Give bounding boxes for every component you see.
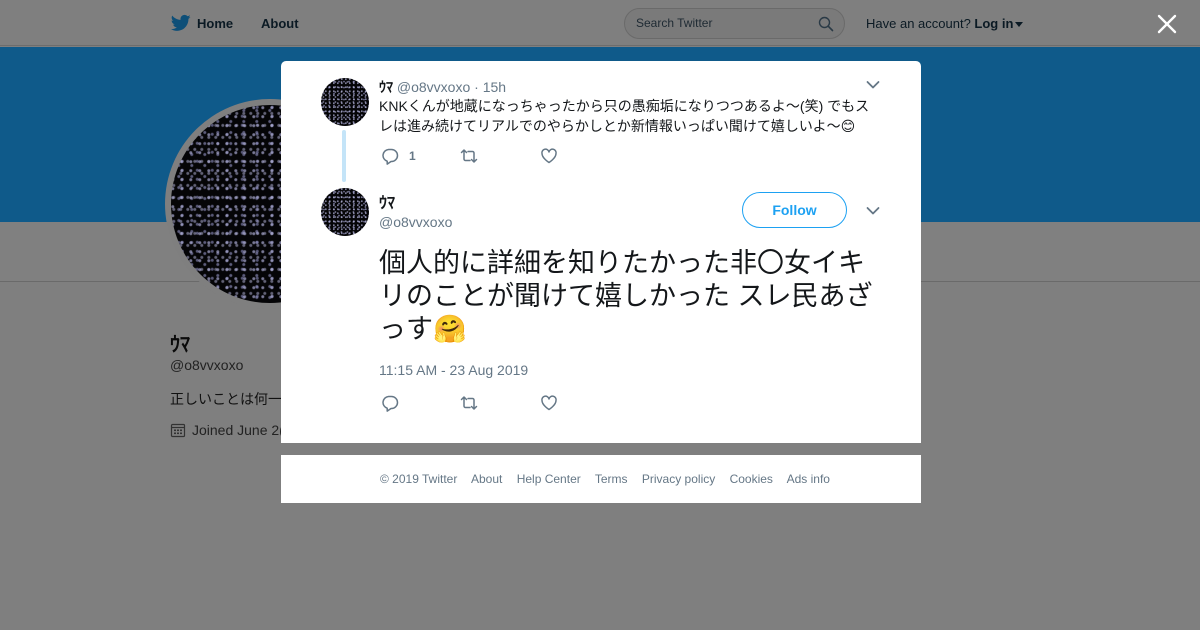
- profile-joined: Joined June 2(: [170, 422, 281, 438]
- retweet-icon[interactable]: [460, 394, 478, 412]
- footer-about-link[interactable]: About: [471, 472, 502, 486]
- twitter-bird-icon[interactable]: [170, 13, 192, 33]
- tweet-modal: ｳﾏ @o8vvxoxo · 15h KNKくんが地蔵になっちゃったから只の愚痴…: [281, 61, 921, 443]
- chevron-down-icon[interactable]: [866, 206, 880, 216]
- profile-handle: @o8vvxoxo: [170, 357, 244, 373]
- profile-joined-text: Joined June 2(: [192, 422, 281, 438]
- follow-button[interactable]: Follow: [742, 192, 847, 228]
- main-tweet-text: 個人的に詳細を知りたかった非〇女イキリのことが聞けて嬉しかった スレ民あざっす🤗: [379, 248, 873, 344]
- separator-dot: ·: [474, 79, 479, 95]
- parent-author-handle[interactable]: @o8vvxoxo: [397, 79, 470, 95]
- like-icon[interactable]: [540, 394, 558, 412]
- account-menu[interactable]: Have an account? Log in: [866, 16, 1024, 31]
- chevron-down-icon[interactable]: [866, 80, 880, 90]
- thread-connector: [342, 130, 346, 182]
- footer-privacy-link[interactable]: Privacy policy: [642, 472, 715, 486]
- profile-bio: 正しいことは何一: [170, 391, 281, 407]
- search-box: [624, 8, 845, 39]
- login-link[interactable]: Log in: [974, 16, 1013, 31]
- footer-ads-link[interactable]: Ads info: [787, 472, 830, 486]
- top-navigation: Home About Have an account? Log in: [0, 0, 1200, 46]
- close-icon[interactable]: [1155, 12, 1179, 36]
- footer-terms-link[interactable]: Terms: [595, 472, 628, 486]
- search-input[interactable]: [636, 16, 806, 30]
- profile-name: ｳﾏ: [170, 334, 190, 356]
- modal-footer: © 2019 Twitter About Help Center Terms P…: [281, 455, 921, 503]
- avatar[interactable]: [321, 78, 369, 126]
- main-author-handle[interactable]: @o8vvxoxo: [379, 214, 452, 230]
- footer-help-link[interactable]: Help Center: [517, 472, 581, 486]
- nav-home-link[interactable]: Home: [197, 16, 233, 31]
- avatar[interactable]: [321, 188, 369, 236]
- footer-copyright: © 2019 Twitter: [380, 472, 458, 486]
- retweet-icon[interactable]: [460, 147, 478, 165]
- caret-down-icon: [1015, 22, 1024, 28]
- parent-tweet-text: KNKくんが地蔵になっちゃったから只の愚痴垢になりつつあるよ〜(笑) でもスレは…: [379, 98, 870, 134]
- search-icon[interactable]: [818, 16, 834, 32]
- main-author-name[interactable]: ｳﾏ: [379, 189, 395, 213]
- footer-cookies-link[interactable]: Cookies: [730, 472, 773, 486]
- calendar-icon: [170, 423, 186, 438]
- reply-icon[interactable]: [381, 147, 399, 165]
- reply-icon[interactable]: [381, 394, 399, 412]
- parent-tweet-time[interactable]: 15h: [483, 79, 506, 95]
- nav-about-link[interactable]: About: [261, 16, 299, 31]
- main-tweet-timestamp[interactable]: 11:15 AM - 23 Aug 2019: [379, 362, 528, 378]
- account-prompt: Have an account?: [866, 16, 971, 31]
- footer-links: © 2019 Twitter About Help Center Terms P…: [380, 472, 841, 486]
- parent-author-name[interactable]: ｳﾏ: [379, 79, 393, 95]
- reply-count: 1: [409, 149, 416, 163]
- parent-tweet-header: ｳﾏ @o8vvxoxo · 15h: [379, 77, 506, 97]
- like-icon[interactable]: [540, 147, 558, 165]
